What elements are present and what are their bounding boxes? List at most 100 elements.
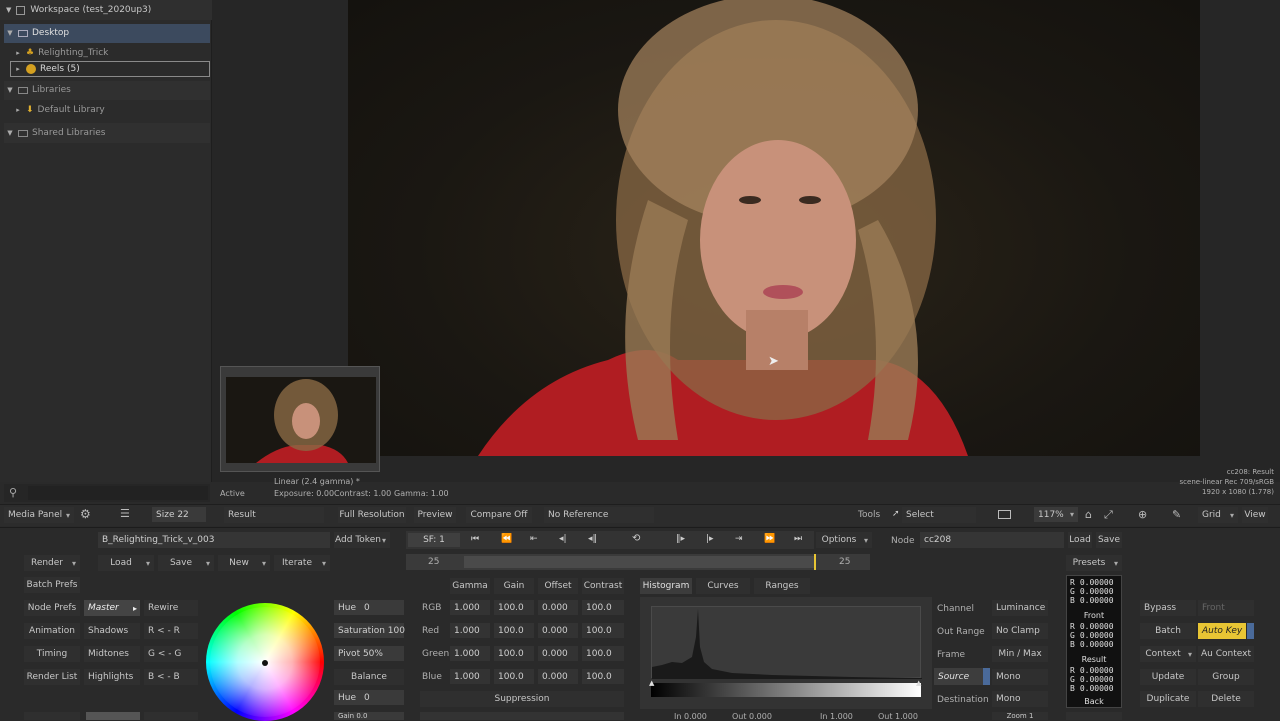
add-token-dropdown[interactable]: Add Token — [334, 532, 390, 548]
render-list-button[interactable]: Render List — [24, 669, 80, 685]
rewire-r-button[interactable]: R < - R — [144, 623, 198, 639]
compare-button[interactable]: Compare Off — [466, 507, 532, 523]
node-prefs-button[interactable]: Node Prefs — [24, 600, 80, 616]
select-tool-button[interactable]: Select — [902, 507, 976, 523]
batch-name-field[interactable]: B_Relighting_Trick_v_003 — [98, 532, 330, 548]
home-icon[interactable]: ⌂ — [1085, 508, 1092, 521]
grade-cell[interactable]: 0.000 — [538, 600, 578, 615]
midtones-button[interactable]: Midtones — [84, 646, 140, 662]
tab-histogram[interactable]: Histogram — [640, 578, 692, 594]
suppression-button[interactable]: Suppression — [420, 691, 624, 707]
grade-cell[interactable]: 0.000 — [538, 669, 578, 684]
search-input[interactable] — [28, 486, 208, 500]
list-icon[interactable]: ☰ — [120, 507, 130, 520]
zoom-dropdown[interactable]: 117% — [1034, 507, 1078, 522]
bypass-button[interactable]: Bypass — [1140, 600, 1196, 616]
go-to-start-icon[interactable]: ⏮ — [471, 534, 479, 544]
viewer-colorspace[interactable]: Linear (2.4 gamma) * — [274, 477, 360, 486]
destination-dropdown[interactable]: Mono — [992, 691, 1048, 707]
histogram-panel[interactable]: ▲ ▲ — [640, 597, 932, 709]
frame-icon[interactable] — [998, 510, 1011, 519]
grade-cell[interactable]: 1.000 — [450, 623, 490, 638]
grade-cell[interactable]: 1.000 — [450, 669, 490, 684]
bottom-left-button-2[interactable] — [86, 712, 140, 720]
delete-button[interactable]: Delete — [1198, 691, 1254, 707]
duplicate-button[interactable]: Duplicate — [1140, 691, 1196, 707]
grade-cell[interactable]: 0.000 — [538, 646, 578, 661]
histogram-out-handle[interactable]: ▲ — [916, 679, 921, 687]
batch-button[interactable]: Batch — [1140, 623, 1196, 639]
grade-cell[interactable]: 0.000 — [538, 623, 578, 638]
crosshair-icon[interactable]: ⊕ — [1138, 508, 1147, 521]
next-key-icon[interactable]: ⇥ — [735, 534, 743, 544]
search-icon[interactable]: ⚲ — [9, 486, 17, 499]
rewire-b-button[interactable]: B < - B — [144, 669, 198, 685]
go-to-end-icon[interactable]: ⏭ — [794, 534, 802, 544]
grade-header-offset[interactable]: Offset — [538, 578, 578, 594]
bottom-left-button-1[interactable] — [24, 712, 80, 720]
render-dropdown[interactable]: Render — [24, 555, 80, 571]
eyedropper-icon[interactable]: ✎ — [1172, 508, 1181, 521]
grade-cell[interactable]: 1.000 — [450, 600, 490, 615]
tree-item-reels[interactable]: ▸ Reels (5) — [14, 61, 210, 77]
source-dropdown[interactable]: Mono — [992, 669, 1048, 685]
node-save-button[interactable]: Save — [1096, 532, 1122, 548]
new-dropdown[interactable]: New — [218, 555, 270, 571]
rewire-g-button[interactable]: G < - G — [144, 646, 198, 662]
preview-button[interactable]: Preview — [414, 507, 456, 523]
presets-dropdown[interactable]: Presets — [1066, 555, 1122, 571]
next-frame-icon[interactable]: |▸ — [706, 534, 714, 544]
timing-button[interactable]: Timing — [24, 646, 80, 662]
balance-button[interactable]: Balance — [334, 669, 404, 685]
frame-dropdown[interactable]: Min / Max — [992, 646, 1048, 662]
previous-key-icon[interactable]: ⇤ — [530, 534, 538, 544]
readout-bottom-button[interactable] — [1066, 712, 1122, 720]
hue2-field[interactable]: Hue 0 — [334, 690, 404, 705]
tree-item-desktop[interactable]: ▼ Desktop — [6, 25, 210, 41]
out-range-dropdown[interactable]: No Clamp — [992, 623, 1048, 639]
grade-cell[interactable]: 1.000 — [450, 646, 490, 661]
options-dropdown[interactable]: Options — [816, 532, 872, 548]
timeline-playhead[interactable] — [814, 554, 816, 570]
colour-wheel[interactable] — [206, 603, 324, 721]
channel-dropdown[interactable]: Luminance — [992, 600, 1048, 616]
master-button[interactable]: Master ▸ — [84, 600, 140, 616]
tree-item-relighting[interactable]: ▸ ♣ Relighting_Trick — [14, 45, 210, 61]
full-resolution-button[interactable]: Full Resolution — [338, 507, 406, 523]
saturation-field[interactable]: Saturation 100 — [334, 623, 405, 638]
iterate-dropdown[interactable]: Iterate — [274, 555, 330, 571]
grade-cell[interactable]: 100.0 — [494, 600, 534, 615]
source-button[interactable]: Source — [934, 668, 990, 685]
size-field[interactable]: Size 22 — [152, 507, 206, 522]
grid-dropdown[interactable]: Grid — [1198, 507, 1238, 523]
pivot-field[interactable]: Pivot 50% — [334, 646, 404, 661]
context-dropdown[interactable]: Context — [1140, 646, 1196, 662]
view-button[interactable]: View — [1242, 507, 1268, 523]
grade-cell[interactable]: 100.0 — [582, 600, 624, 615]
au-context-button[interactable]: Au Context — [1198, 646, 1254, 662]
start-frame-field[interactable]: SF: 1 — [408, 533, 460, 547]
fit-icon[interactable]: ⤢ — [1104, 508, 1113, 522]
play-reverse-icon[interactable]: ◂‖ — [588, 534, 597, 544]
play-icon[interactable]: ‖▸ — [676, 534, 685, 544]
result-button[interactable]: Result — [224, 507, 324, 523]
timeline-bar[interactable] — [406, 554, 870, 570]
workspace-header[interactable]: ▼ Workspace (test_2020up3) — [0, 0, 212, 20]
update-button[interactable]: Update — [1140, 669, 1196, 685]
animation-button[interactable]: Animation — [24, 623, 80, 639]
gear-icon[interactable]: ⚙ — [80, 507, 91, 521]
zoom-button[interactable]: Zoom 1 — [992, 712, 1048, 720]
reference-button[interactable]: No Reference — [544, 507, 654, 523]
previous-frame-icon[interactable]: ◂| — [559, 534, 567, 544]
step-back-icon[interactable]: ⏪ — [501, 534, 512, 544]
media-panel-dropdown[interactable]: Media Panel — [4, 507, 74, 523]
tree-item-shared-libraries[interactable]: ▼ Shared Libraries — [6, 125, 210, 141]
batch-prefs-button[interactable]: Batch Prefs — [24, 577, 80, 593]
front-button[interactable]: Front — [1198, 600, 1254, 616]
rewire-button[interactable]: Rewire — [144, 600, 198, 616]
grade-header-gamma[interactable]: Gamma — [450, 578, 490, 594]
grade-header-contrast[interactable]: Contrast — [582, 578, 624, 594]
load-dropdown[interactable]: Load — [98, 555, 154, 571]
gain2-field[interactable]: Gain 0.0 — [334, 712, 404, 720]
grade-cell[interactable]: 100.0 — [494, 623, 534, 638]
